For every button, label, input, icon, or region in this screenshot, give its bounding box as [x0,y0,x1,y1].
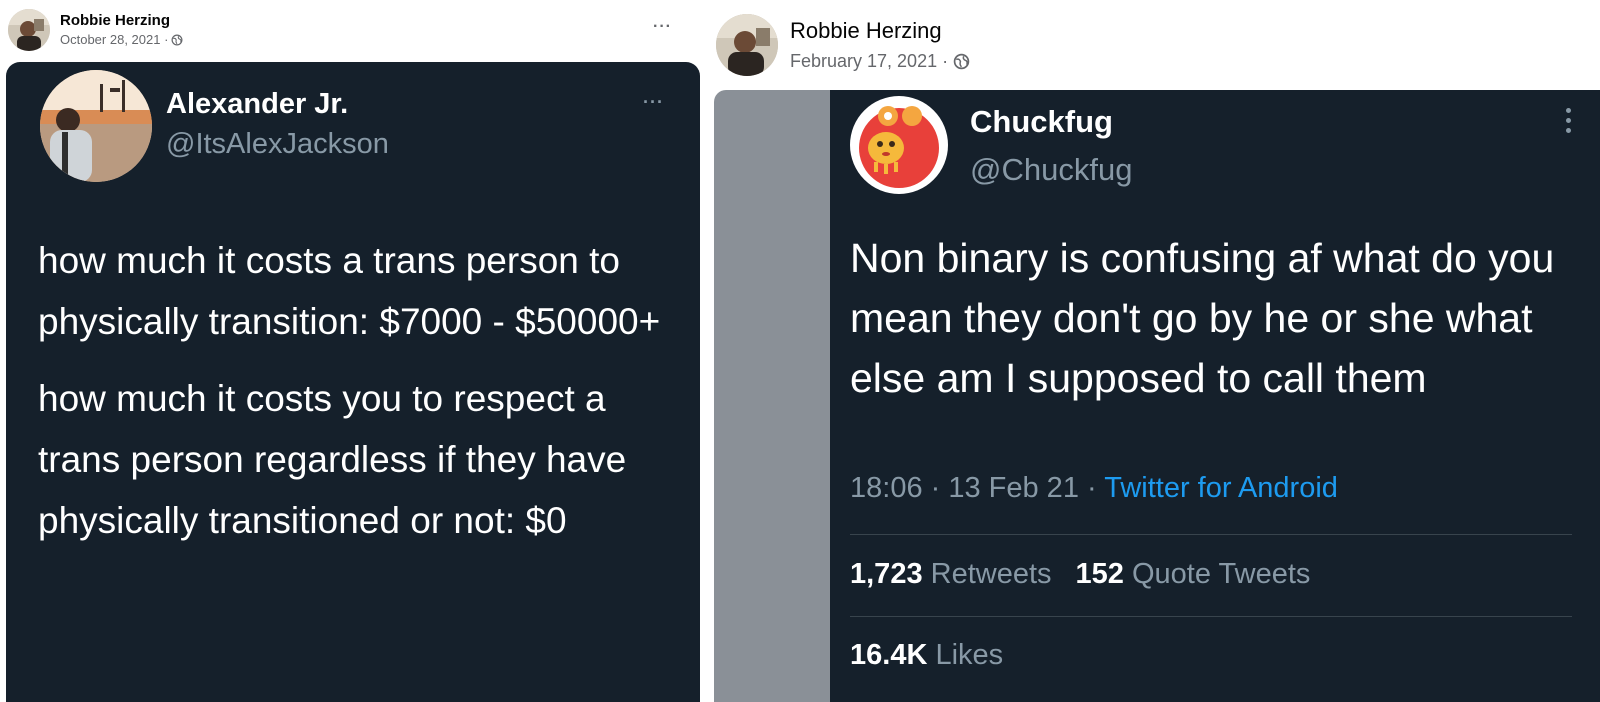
likes-label: Likes [935,639,1004,671]
left-facebook-post: Robbie Herzing October 28, 2021 · ··· Al… [0,0,700,702]
post-header: Robbie Herzing October 28, 2021 · [8,9,183,51]
tweet-time: 18:06 · 13 Feb 21 · [850,472,1105,504]
avatar[interactable] [716,14,778,76]
tweet-text: Non binary is confusing af what do you m… [850,235,1555,401]
tweet-text: how much it costs a trans person to phys… [38,230,678,551]
tweet-paragraph: how much it costs you to respect a trans… [38,378,627,541]
post-date[interactable]: October 28, 2021 · [60,31,168,49]
tweet-paragraph: how much it costs a trans person to phys… [38,240,661,342]
globe-icon [171,34,183,46]
screenshot-border [714,90,830,702]
tweet-avatar [40,70,152,182]
retweets-label: Retweets [930,558,1052,590]
tweet-meta: 18:06 · 13 Feb 21 · Twitter for Android [850,472,1338,505]
tweet-likes-row: 16.4K Likes [850,639,1003,672]
tweet-screenshot: Chuckfug @Chuckfug Non binary is confusi… [830,90,1600,702]
post-header: Robbie Herzing February 17, 2021 · [716,14,970,76]
divider [850,616,1572,617]
tweet-screenshot: Alexander Jr. @ItsAlexJackson ··· how mu… [6,62,700,702]
avatar[interactable] [8,9,50,51]
tweet-client-link: Twitter for Android [1104,472,1338,504]
more-options-icon[interactable]: ··· [653,18,672,36]
divider [850,534,1572,535]
tweet-author-name: Alexander Jr. [166,88,349,120]
tweet-stats-row: 1,723 Retweets 152 Quote Tweets [850,558,1310,591]
author-name[interactable]: Robbie Herzing [60,11,183,30]
retweets-count: 1,723 [850,558,923,590]
author-name[interactable]: Robbie Herzing [790,17,970,45]
more-horizontal-icon: ··· [643,92,664,112]
tweet-handle: @Chuckfug [970,152,1133,187]
more-vertical-icon [1566,108,1572,138]
likes-count: 16.4K [850,639,928,671]
tweet-avatar [850,96,948,194]
post-date[interactable]: February 17, 2021 · [790,49,948,73]
quote-tweets-count: 152 [1075,558,1124,590]
quote-tweets-label: Quote Tweets [1131,558,1311,590]
tweet-author-name: Chuckfug [970,104,1113,139]
tweet-handle: @ItsAlexJackson [166,128,389,160]
globe-icon [953,53,970,69]
right-facebook-post: Robbie Herzing February 17, 2021 · Chuck… [700,0,1600,702]
